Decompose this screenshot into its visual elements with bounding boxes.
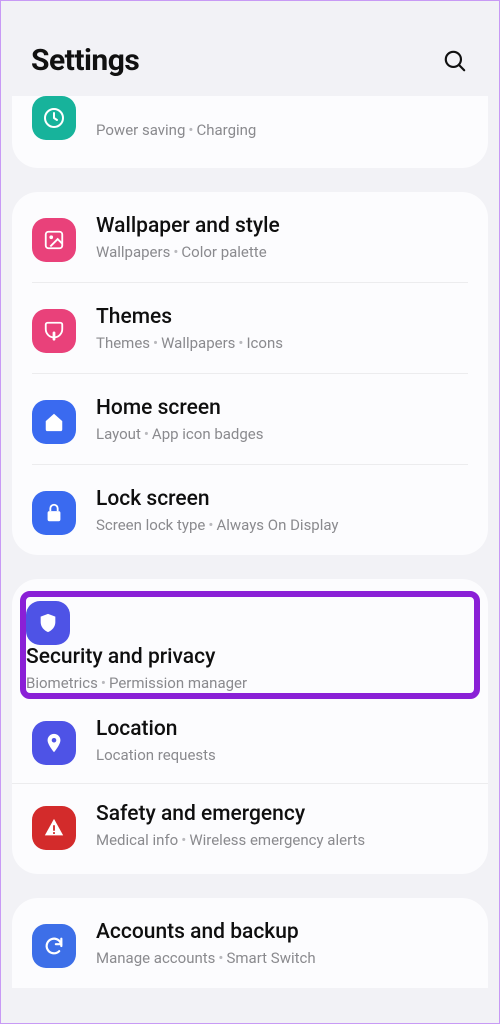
brush-icon [32,309,76,353]
item-title: Accounts and backup [96,920,468,945]
settings-group-3: Accounts and backup Manage accounts•Smar… [12,898,488,988]
item-subtitle: Layout•App icon badges [96,425,468,444]
item-subtitle: Location requests [96,746,468,765]
settings-group-0: Power saving•Charging [12,96,488,168]
item-title: Wallpaper and style [96,214,468,239]
page-header: Settings [1,1,499,100]
settings-item-security[interactable]: Security and privacy Biometrics•Permissi… [26,601,474,693]
settings-item-themes[interactable]: Themes Themes•Wallpapers•Icons [32,283,468,374]
shield-icon [26,601,70,645]
settings-item-home[interactable]: Home screen Layout•App icon badges [32,374,468,465]
battery-icon [32,96,76,140]
lock-icon [32,491,76,535]
page-title: Settings [31,43,139,78]
settings-group-2: Security and privacy Biometrics•Permissi… [12,579,488,874]
item-subtitle: Screen lock type•Always On Display [96,516,468,535]
home-icon [32,400,76,444]
settings-item-battery[interactable]: Power saving•Charging [32,96,468,150]
sync-icon [32,924,76,968]
item-title: Safety and emergency [96,802,468,827]
image-icon [32,218,76,262]
item-subtitle: Manage accounts•Smart Switch [96,949,468,968]
settings-item-safety[interactable]: Safety and emergency Medical info•Wirele… [12,784,488,868]
item-title: Themes [96,305,468,330]
highlight-security: Security and privacy Biometrics•Permissi… [20,591,480,699]
item-title: Home screen [96,396,468,421]
search-icon [442,48,468,74]
settings-item-lock[interactable]: Lock screen Screen lock type•Always On D… [32,465,468,555]
search-button[interactable] [439,45,471,77]
settings-item-location[interactable]: Location Location requests [12,699,488,784]
item-title: Security and privacy [26,645,474,670]
item-subtitle: Power saving•Charging [96,121,468,140]
pin-icon [32,721,76,765]
alert-icon [32,806,76,850]
item-subtitle: Wallpapers•Color palette [96,243,468,262]
settings-item-wallpaper[interactable]: Wallpaper and style Wallpapers•Color pal… [32,192,468,283]
item-subtitle: Medical info•Wireless emergency alerts [96,831,468,850]
settings-item-accounts[interactable]: Accounts and backup Manage accounts•Smar… [32,898,468,988]
item-subtitle: Biometrics•Permission manager [26,674,474,693]
item-text: Power saving•Charging [96,117,468,140]
item-title: Lock screen [96,487,468,512]
item-title: Location [96,717,468,742]
settings-group-1: Wallpaper and style Wallpapers•Color pal… [12,192,488,555]
item-subtitle: Themes•Wallpapers•Icons [96,334,468,353]
